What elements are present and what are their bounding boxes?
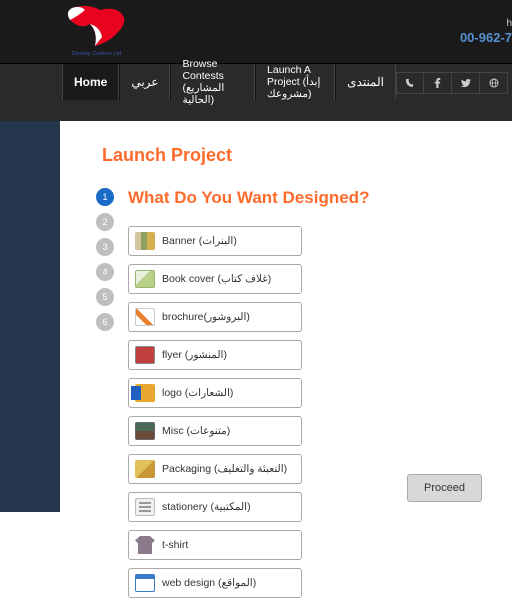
nav-forum[interactable]: المنتدى [335,64,396,100]
banner-icon [135,232,155,250]
category-tshirt[interactable]: t-shirt [128,530,302,560]
nav-arabic[interactable]: عربي [119,64,170,100]
packaging-icon [135,460,155,478]
tshirt-icon [135,536,155,554]
left-sidebar [0,121,60,512]
flyer-icon [135,346,155,364]
category-stationery[interactable]: stationery (المكتبية) [128,492,302,522]
web-icon [135,574,155,592]
nav-row: Home عربي Browse Contests (المشاريع الحا… [0,63,512,121]
top-header: Destiny Contest Ltd. h 00-962-7 [0,0,512,63]
globe-icon[interactable] [480,72,508,94]
category-label: Misc (متنوعات) [162,425,230,437]
category-banner[interactable]: Banner (البنرات) [128,226,302,256]
page-title: Launch Project [102,145,476,166]
category-label: Banner (البنرات) [162,235,237,247]
category-label: t-shirt [162,539,188,551]
category-label: stationery (المكتبية) [162,501,251,513]
phone-icon[interactable] [396,72,424,94]
nav-home[interactable]: Home [62,64,119,100]
brochure-icon [135,308,155,326]
category-misc[interactable]: Misc (متنوعات) [128,416,302,446]
misc-icon [135,422,155,440]
stationery-icon [135,498,155,516]
step-4[interactable]: 4 [96,263,114,281]
main-row: Launch Project 1 2 3 4 5 6 What Do You W… [0,121,512,512]
logo[interactable]: Destiny Contest Ltd. [60,2,130,54]
category-label: logo (الشعارات) [162,387,233,399]
step-5[interactable]: 5 [96,288,114,306]
nav-browse-contests[interactable]: Browse Contests (المشاريع الحالية) [170,64,255,100]
content: Launch Project 1 2 3 4 5 6 What Do You W… [60,121,512,512]
facebook-icon[interactable] [424,72,452,94]
social-bar [396,64,512,121]
twitter-icon[interactable] [452,72,480,94]
category-label: web design (المواقع) [162,577,256,589]
category-label: brochure(البروشور) [162,311,250,323]
category-label: flyer (المنشور) [162,349,227,361]
category-brochure[interactable]: brochure(البروشور) [128,302,302,332]
logo-icon [135,384,155,402]
step-6[interactable]: 6 [96,313,114,331]
category-flyer[interactable]: flyer (المنشور) [128,340,302,370]
nav-menu: Home عربي Browse Contests (المشاريع الحا… [62,64,396,121]
phone-number: 00-962-7 [460,30,512,45]
step-indicator: 1 2 3 4 5 6 [96,188,114,598]
header-right-text: h [506,18,512,29]
category-label: Packaging (التعبئة والتغليف) [162,463,287,475]
step-1[interactable]: 1 [96,188,114,206]
category-book-cover[interactable]: Book cover (غلاف كتاب) [128,264,302,294]
proceed-button[interactable]: Proceed [407,474,482,502]
nav-launch-project[interactable]: Launch A Project (إبدأ مشروعك) [255,64,335,100]
book-icon [135,270,155,288]
step-3[interactable]: 3 [96,238,114,256]
category-packaging[interactable]: Packaging (التعبئة والتغليف) [128,454,302,484]
category-web-design[interactable]: web design (المواقع) [128,568,302,598]
step-2[interactable]: 2 [96,213,114,231]
category-logo[interactable]: logo (الشعارات) [128,378,302,408]
category-label: Book cover (غلاف كتاب) [162,273,271,285]
step-title: What Do You Want Designed? [128,188,476,208]
logo-text: Destiny Contest Ltd. [72,51,123,57]
category-grid: Banner (البنرات) Book cover (غلاف كتاب) … [128,226,476,598]
